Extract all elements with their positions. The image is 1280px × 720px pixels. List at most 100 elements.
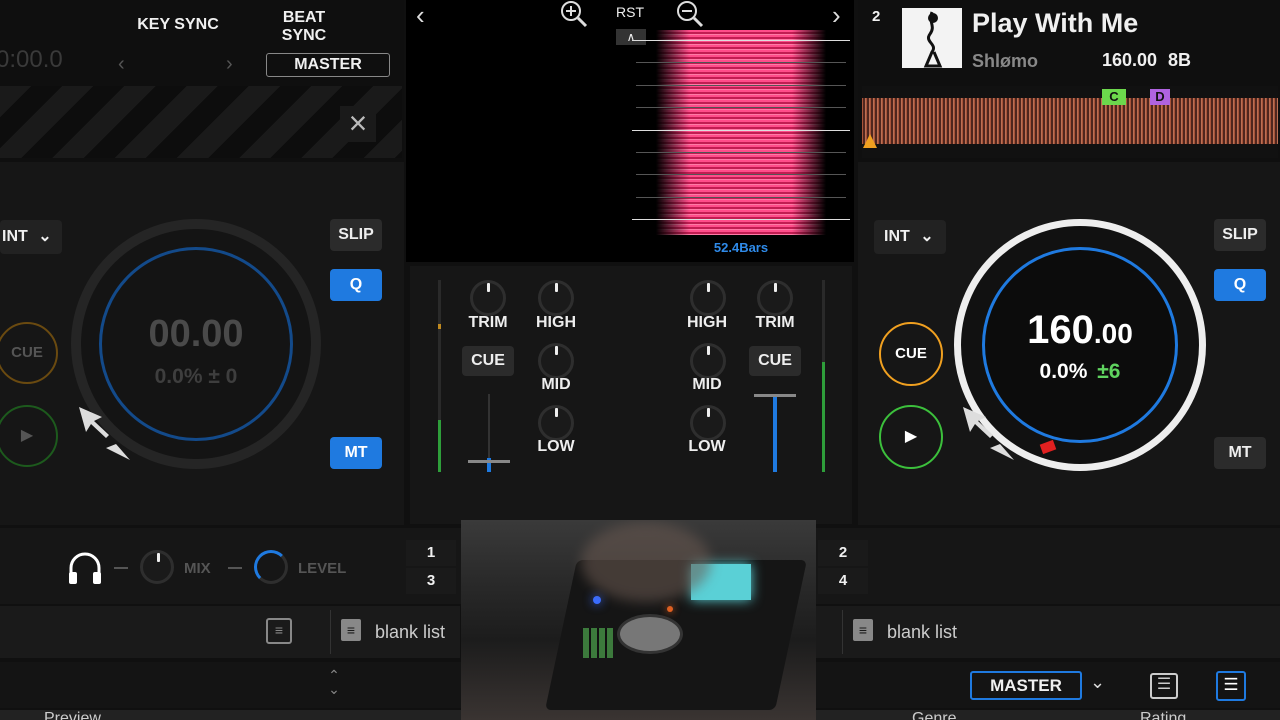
- beat-line: [636, 197, 846, 198]
- chevron-right-icon[interactable]: ›: [226, 53, 233, 76]
- col-rating[interactable]: Rating: [1140, 710, 1186, 720]
- right-pitch-range: ±6: [1097, 360, 1121, 383]
- deck-select-2[interactable]: 2: [818, 540, 868, 566]
- controller-light: [667, 606, 673, 612]
- beat-line: [636, 85, 846, 86]
- left-trim-knob[interactable]: [470, 280, 506, 316]
- hotcue-d-marker[interactable]: D: [1150, 89, 1170, 105]
- left-slip-button[interactable]: SLIP: [330, 219, 382, 251]
- key-sync-button[interactable]: KEY SYNC: [126, 16, 230, 34]
- empty-waveform-area: ×: [0, 86, 402, 158]
- left-playlist-tab[interactable]: ≡ blank list: [330, 610, 460, 654]
- right-deck: 2 Play With Me Shlømo 160.00 8B C D INT …: [858, 0, 1280, 525]
- play-icon: ▶: [20, 427, 34, 444]
- left-mid-label: MID: [541, 376, 571, 393]
- left-int-selector[interactable]: INT ⌄: [0, 220, 62, 254]
- fader-cap: [754, 394, 796, 397]
- beat-line: [632, 219, 850, 220]
- right-pitch-percent: 0.0%: [1039, 360, 1088, 383]
- right-level-meter: [822, 280, 825, 472]
- right-q-button[interactable]: Q: [1214, 269, 1266, 301]
- right-cursor-icon: [963, 407, 1014, 460]
- deck-select-1[interactable]: 1: [406, 540, 456, 566]
- rst-button[interactable]: RST: [616, 4, 644, 20]
- beat-line: [636, 152, 846, 153]
- camera-overlay: [461, 520, 816, 720]
- left-meter-fill: [438, 420, 441, 472]
- zoom-in-icon[interactable]: [560, 0, 588, 33]
- left-q-button[interactable]: Q: [330, 269, 382, 301]
- deck-number: 2: [872, 8, 881, 25]
- mix-knob[interactable]: [140, 550, 174, 584]
- hotcue-c-marker[interactable]: C: [1102, 89, 1126, 105]
- bars-label: 52.4Bars: [713, 240, 769, 255]
- right-mt-button[interactable]: MT: [1214, 437, 1266, 469]
- overview-waveform[interactable]: C D: [862, 86, 1278, 158]
- left-cursor-icon: [79, 407, 130, 460]
- right-int-selector[interactable]: INT ⌄: [874, 220, 946, 254]
- headphones-icon[interactable]: [66, 550, 104, 591]
- beat-sync-button[interactable]: BEAT SYNC: [266, 9, 342, 45]
- left-high-knob[interactable]: [538, 280, 574, 316]
- right-play-button[interactable]: ▶: [879, 405, 943, 469]
- chevron-down-icon[interactable]: ⌄: [1090, 672, 1105, 693]
- beat-line: [632, 130, 850, 131]
- track-key: 8B: [1168, 50, 1192, 70]
- right-cue-mixer-button[interactable]: CUE: [749, 346, 801, 376]
- playlist-icon: ≡: [341, 619, 361, 641]
- track-title: Play With Me: [972, 8, 1139, 38]
- detail-view-icon[interactable]: ☰: [1216, 671, 1246, 701]
- level-knob[interactable]: [254, 550, 288, 584]
- track-bpm: 160.00: [1102, 50, 1158, 70]
- right-low-knob[interactable]: [690, 405, 726, 441]
- right-low-label: LOW: [688, 438, 726, 455]
- right-trim-label: TRIM: [755, 314, 795, 331]
- beat-sync-label-2: SYNC: [281, 27, 327, 44]
- level-label: LEVEL: [298, 560, 347, 577]
- chevron-left-icon[interactable]: ‹: [118, 53, 125, 76]
- play-icon: ▶: [904, 428, 918, 445]
- list-icon[interactable]: ≡: [266, 618, 292, 644]
- left-high-label: HIGH: [536, 314, 576, 331]
- right-mid-knob[interactable]: [690, 343, 726, 379]
- chevron-down-icon: ⌄: [920, 228, 934, 245]
- right-playlist-tab[interactable]: ≡ blank list: [842, 610, 1002, 654]
- left-bpm-display: 00.00: [148, 313, 244, 355]
- right-list-label: blank list: [887, 622, 958, 642]
- list-view-icon[interactable]: ☰: [1150, 673, 1178, 699]
- left-pitch-display: 0.0% ± 0: [154, 365, 238, 388]
- left-int-label: INT: [2, 228, 28, 245]
- mix-label: MIX: [184, 560, 211, 577]
- right-bpm-display: 160.00: [961, 308, 1199, 353]
- col-genre[interactable]: Genre: [912, 710, 956, 720]
- right-bpm-decimals: .00: [1093, 318, 1133, 349]
- deck-select-4[interactable]: 4: [818, 568, 868, 594]
- right-cue-button[interactable]: CUE: [879, 322, 943, 386]
- sort-icon[interactable]: ⌃ ⌄: [322, 668, 346, 696]
- beat-line: [636, 174, 846, 175]
- separator-dash: [228, 567, 242, 569]
- zoom-out-icon[interactable]: [676, 0, 704, 33]
- nav-left-icon[interactable]: ‹: [416, 0, 425, 31]
- close-icon[interactable]: ×: [340, 106, 376, 142]
- track-artist: Shlømo: [972, 51, 1038, 71]
- right-channel-fader[interactable]: [754, 394, 796, 472]
- right-meter-fill: [822, 362, 825, 472]
- right-trim-knob[interactable]: [757, 280, 793, 316]
- left-deck: 0:00.0 KEY SYNC BEAT SYNC ‹ › MASTER × I…: [0, 0, 404, 525]
- left-cue-mixer-button[interactable]: CUE: [462, 346, 514, 376]
- mixer-panel: TRIM HIGH MID LOW CUE HIGH TRIM MID LOW …: [410, 266, 852, 524]
- master-dropdown[interactable]: MASTER: [970, 671, 1082, 700]
- master-button[interactable]: MASTER: [266, 53, 390, 77]
- left-mt-button[interactable]: MT: [330, 437, 382, 469]
- right-high-knob[interactable]: [690, 280, 726, 316]
- left-low-knob[interactable]: [538, 405, 574, 441]
- col-preview[interactable]: Preview: [44, 710, 101, 720]
- right-slip-button[interactable]: SLIP: [1214, 219, 1266, 251]
- album-art: [902, 8, 962, 68]
- left-mid-knob[interactable]: [538, 343, 574, 379]
- controller-light: [593, 596, 601, 604]
- deck-select-3[interactable]: 3: [406, 568, 456, 594]
- left-channel-fader[interactable]: [468, 394, 510, 472]
- nav-right-icon[interactable]: ›: [832, 0, 841, 31]
